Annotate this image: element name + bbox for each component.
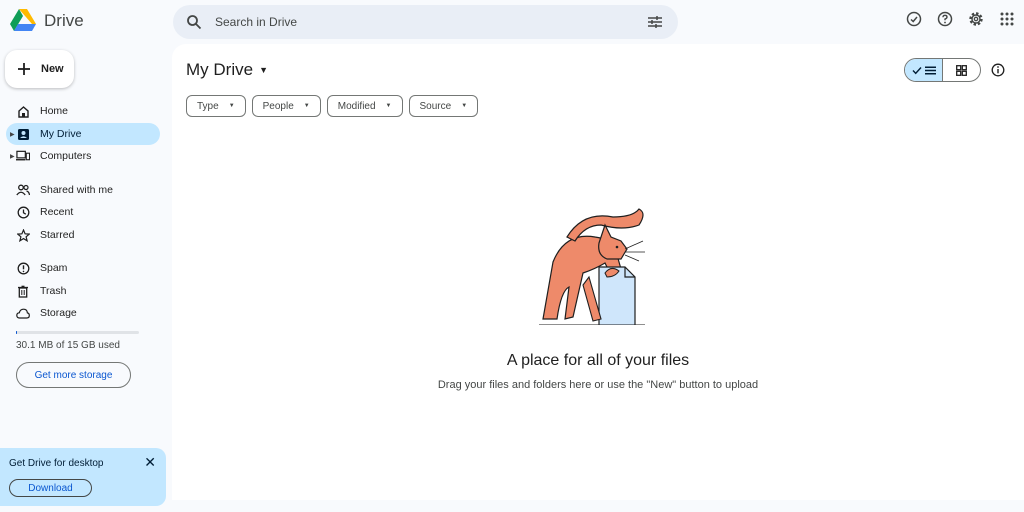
trash-icon: [16, 284, 30, 298]
sidebar-item-starred[interactable]: Starred: [6, 224, 160, 246]
home-icon: [16, 104, 30, 118]
sidebar-item-storage[interactable]: Storage: [6, 302, 160, 324]
close-icon[interactable]: ✕: [144, 454, 156, 471]
filter-chip-type[interactable]: Type ▼: [186, 95, 246, 117]
shared-icon: [16, 183, 30, 197]
download-button[interactable]: Download: [9, 479, 92, 497]
drive-logo-icon: [10, 9, 36, 31]
sidebar-item-home[interactable]: Home: [6, 100, 160, 122]
chip-label: Type: [197, 100, 219, 112]
caret-down-icon: ▼: [303, 103, 310, 109]
chip-label: Modified: [337, 100, 376, 112]
page-title-dropdown[interactable]: My Drive ▼: [186, 60, 268, 80]
chip-label: People: [262, 100, 294, 112]
check-icon: [911, 66, 922, 74]
caret-down-icon: ▼: [385, 103, 392, 109]
spam-icon: [16, 261, 30, 275]
sidebar-item-label: My Drive: [40, 128, 82, 140]
expand-caret-icon[interactable]: ▶: [10, 153, 15, 160]
sidebar-item-spam[interactable]: Spam: [6, 257, 160, 279]
main-panel: My Drive ▼ Type ▼ People ▼ Modified ▼ Sourc…: [172, 44, 1024, 500]
chip-label: Source: [419, 100, 452, 112]
filter-chip-people[interactable]: People ▼: [251, 95, 321, 117]
get-more-storage-button[interactable]: Get more storage: [16, 362, 131, 388]
storage-progress-fill: [16, 331, 18, 334]
help-icon[interactable]: [936, 10, 954, 28]
my-drive-icon: [16, 127, 30, 141]
desktop-promo-card: Get Drive for desktop ✕ Download: [0, 448, 166, 506]
sidebar-item-label: Computers: [40, 150, 92, 162]
grid-icon: [956, 64, 967, 76]
empty-state-title: A place for all of your files: [506, 352, 690, 369]
info-icon[interactable]: [990, 62, 1006, 78]
caret-down-icon: ▼: [228, 103, 235, 109]
view-toggle: [904, 58, 981, 82]
filter-chip-modified[interactable]: Modified ▼: [326, 95, 403, 117]
caret-down-icon: ▼: [461, 103, 468, 109]
filter-chips: Type ▼ People ▼ Modified ▼ Source ▼: [186, 95, 479, 117]
sidebar-item-label: Home: [40, 105, 69, 117]
list-view-button[interactable]: [905, 59, 943, 81]
apps-grid-icon[interactable]: [998, 10, 1016, 28]
star-icon: [16, 228, 30, 242]
cloud-icon: [16, 306, 30, 320]
page-title: My Drive: [186, 60, 254, 79]
sidebar-item-label: Trash: [40, 285, 67, 297]
search-options-icon[interactable]: [646, 13, 664, 31]
search-bar[interactable]: Search in Drive: [173, 5, 678, 39]
header-actions: [905, 10, 1016, 28]
sidebar-item-recent[interactable]: Recent: [6, 201, 160, 223]
computers-icon: [16, 149, 30, 163]
empty-state-subtitle: Drag your files and folders here or use …: [437, 379, 759, 391]
sidebar-item-label: Recent: [40, 206, 74, 218]
sidebar-item-label: Spam: [40, 262, 68, 274]
plus-icon: [18, 63, 30, 75]
sidebar-item-my-drive[interactable]: ▶ My Drive: [6, 123, 160, 145]
storage-usage-text: 30.1 MB of 15 GB used: [16, 340, 120, 351]
sidebar-item-trash[interactable]: Trash: [6, 280, 160, 302]
offline-check-icon[interactable]: [905, 10, 923, 28]
grid-view-button[interactable]: [943, 59, 980, 81]
clock-icon: [16, 205, 30, 219]
storage-progress-bar: [16, 331, 139, 334]
settings-icon[interactable]: [967, 10, 985, 28]
list-icon: [924, 65, 936, 75]
filter-chip-source[interactable]: Source ▼: [408, 95, 479, 117]
sidebar-item-label: Shared with me: [40, 184, 113, 196]
caret-down-icon: ▼: [259, 65, 268, 75]
sidebar-item-label: Starred: [40, 229, 75, 241]
sidebar-item-shared[interactable]: Shared with me: [6, 179, 160, 201]
expand-caret-icon[interactable]: ▶: [10, 131, 15, 138]
new-button-label: New: [41, 63, 64, 75]
search-input[interactable]: Search in Drive: [215, 15, 646, 29]
empty-state-cat-illustration: [539, 208, 645, 325]
sidebar-item-computers[interactable]: ▶ Computers: [6, 145, 160, 167]
app-name: Drive: [44, 10, 84, 30]
new-button[interactable]: New: [5, 50, 74, 88]
drive-logo[interactable]: Drive: [10, 9, 84, 32]
search-icon[interactable]: [185, 13, 203, 31]
sidebar-item-label: Storage: [40, 307, 77, 319]
promo-title: Get Drive for desktop: [9, 458, 104, 469]
